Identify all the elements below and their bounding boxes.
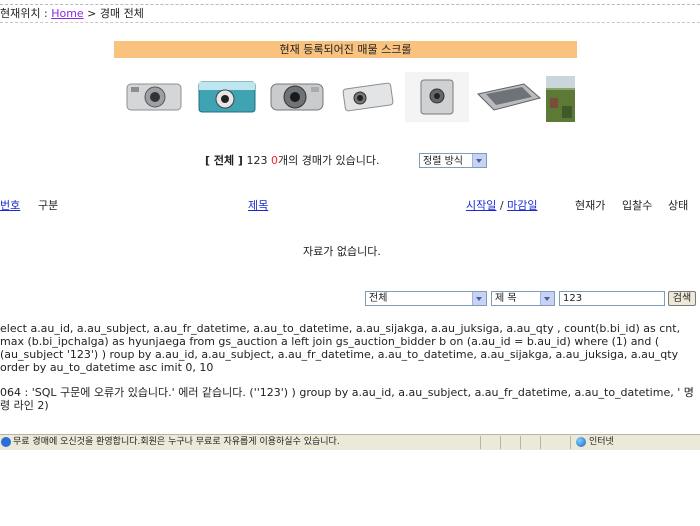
scroll-banner: 현재 등록되어진 매물 스크롤 [114, 41, 577, 58]
globe-icon [576, 437, 586, 447]
breadcrumb-label: 현재위치 : [0, 7, 52, 20]
camera-mini-icon [405, 72, 469, 122]
search-field-value: 제 목 [495, 293, 517, 304]
summary-keyword: 123 [246, 154, 268, 167]
sql-error-text: 064 : 'SQL 구문에 오류가 있습니다.' 에러 같습니다. (''12… [0, 386, 694, 412]
status-zone: 인터넷 [589, 437, 614, 447]
column-date-header: 시작일 / 마감일 [466, 199, 537, 213]
camera-teal-icon [198, 81, 256, 113]
column-category: 구분 [38, 199, 59, 212]
breadcrumb-home-link[interactable]: Home [51, 7, 83, 20]
banner-title: 현재 등록되어진 매물 스크롤 [279, 43, 412, 56]
thumbnail-3[interactable] [267, 78, 327, 114]
column-end-date-link[interactable]: 마감일 [507, 199, 537, 212]
sql-query-text: elect a.au_id, a.au_subject, a.au_fr_dat… [0, 322, 681, 374]
column-bid-count: 입찰수 [622, 199, 653, 212]
camera-slim-icon [342, 82, 394, 112]
column-title-link[interactable]: 제목 [248, 199, 268, 213]
search-button[interactable]: 검색 [668, 291, 696, 306]
sort-select[interactable]: 정렬 방식 [419, 153, 487, 168]
camera-silver-icon [126, 83, 182, 111]
auction-count-summary: [ 전체 ] 123 0개의 경매가 있습니다. [205, 154, 380, 168]
thumbnail-5[interactable] [405, 72, 469, 122]
summary-scope: [ 전체 ] [205, 154, 243, 167]
search-scope-select[interactable]: 전체 [365, 291, 487, 306]
thumbnail-2[interactable] [197, 78, 257, 116]
photo-landscape-icon [546, 76, 575, 122]
summary-count: 0 [270, 154, 278, 167]
status-message: 무료 경매에 오신것을 환영합니다.회원은 누구나 무료로 자유롭게 이용하실수… [13, 437, 340, 447]
column-current-price: 현재가 [575, 199, 606, 212]
column-date-slash: / [499, 199, 504, 212]
scanner-icon [476, 83, 542, 111]
chevron-down-icon[interactable] [472, 292, 486, 305]
breadcrumb-separator: > [83, 7, 100, 20]
breadcrumb-current: 경매 전체 [99, 7, 144, 20]
column-start-date-link[interactable]: 시작일 [466, 199, 496, 212]
page-icon [1, 437, 11, 447]
search-input-value: 123 [563, 293, 583, 304]
breadcrumb-divider [0, 22, 700, 23]
chevron-down-icon[interactable] [540, 292, 554, 305]
search-input[interactable]: 123 [559, 291, 665, 306]
status-divider [570, 436, 571, 449]
sort-select-value: 정렬 방식 [423, 156, 463, 167]
status-divider [480, 436, 481, 449]
empty-message: 자료가 없습니다. [303, 245, 381, 258]
status-divider [540, 436, 541, 449]
chevron-down-icon[interactable] [472, 154, 486, 167]
search-field-select[interactable]: 제 목 [491, 291, 555, 306]
column-number-link[interactable]: 번호 [0, 199, 20, 213]
breadcrumb: 현재위치 : Home > 경매 전체 [0, 7, 144, 21]
thumbnail-4[interactable] [338, 78, 398, 114]
thumbnail-6[interactable] [474, 80, 542, 114]
top-dashed-rule [0, 0, 700, 5]
camera-compact-icon [270, 83, 324, 111]
thumbnail-1[interactable] [125, 78, 185, 114]
status-divider [500, 436, 501, 449]
column-status: 상태 [668, 199, 689, 212]
search-scope-value: 전체 [369, 293, 388, 304]
summary-suffix: 개의 경매가 있습니다. [277, 154, 380, 167]
thumbnail-7[interactable] [546, 76, 575, 122]
status-divider [520, 436, 521, 449]
browser-status-bar: 무료 경매에 오신것을 환영합니다.회원은 누구나 무료로 자유롭게 이용하실수… [0, 434, 700, 450]
